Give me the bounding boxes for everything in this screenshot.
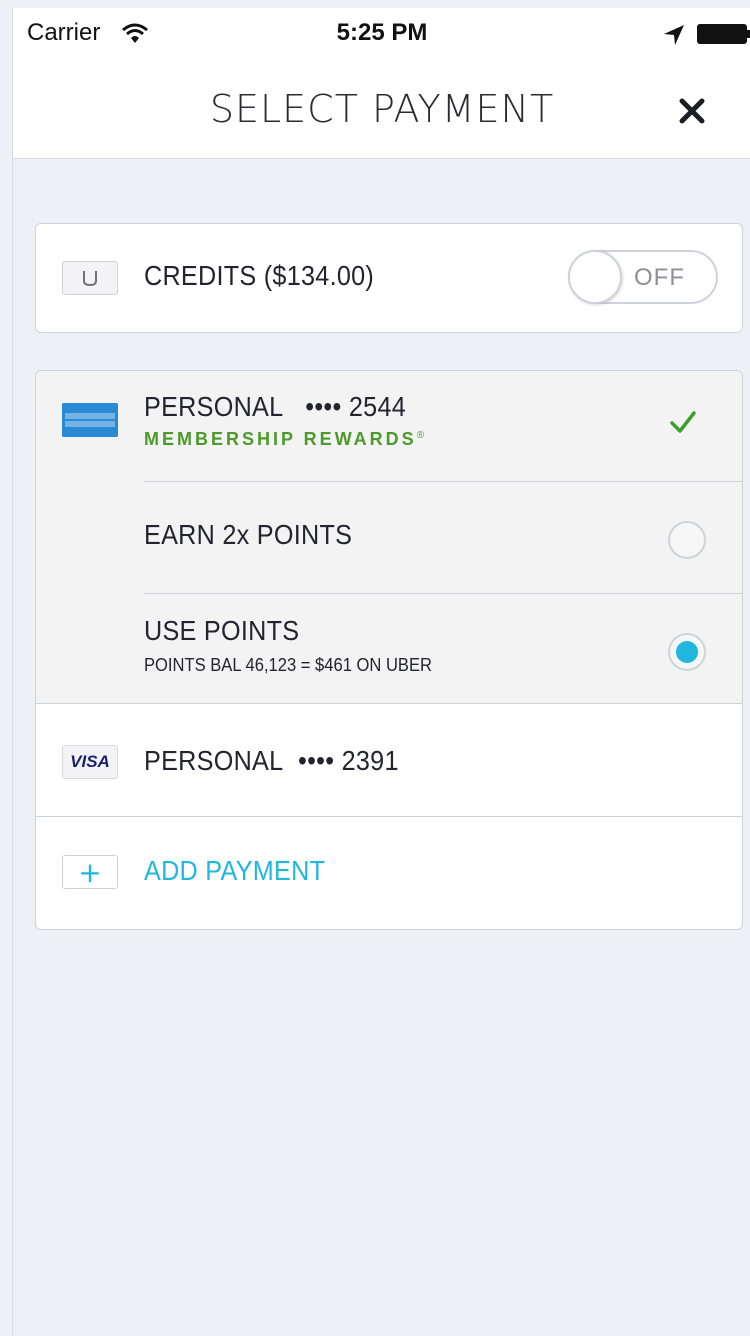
checkmark-icon	[670, 411, 696, 433]
visa-card-label[interactable]: PERSONAL •••• 2391	[144, 745, 399, 777]
earn-points-radio[interactable]	[668, 521, 706, 559]
amex-label: PERSONAL	[144, 391, 284, 422]
plus-icon[interactable]: +	[62, 855, 118, 889]
visa-masked-number: •••• 2391	[297, 745, 399, 776]
status-time: 5:25 PM	[336, 19, 428, 46]
divider	[144, 593, 742, 594]
page-title: SELECT PAYMENT	[209, 87, 555, 131]
close-icon[interactable]	[673, 92, 711, 130]
divider	[36, 816, 742, 817]
status-bar: Carrier 5:25 PM	[13, 8, 750, 54]
amex-section[interactable]: PERSONAL •••• 2544 MEMBERSHIP REWARDS® E…	[36, 371, 742, 704]
uber-credit-icon	[62, 261, 118, 295]
payment-methods-card: PERSONAL •••• 2544 MEMBERSHIP REWARDS® E…	[35, 370, 743, 930]
header: Carrier 5:25 PM SELECT PAYMENT	[13, 8, 750, 159]
points-balance-label: POINTS BAL 46,123 = $461 ON UBER	[144, 655, 432, 675]
add-payment-button[interactable]: ADD PAYMENT	[144, 855, 325, 887]
american-express-icon	[62, 403, 118, 437]
rewards-mark: ®	[416, 430, 425, 441]
credits-card: CREDITS ($134.00) OFF	[35, 223, 743, 333]
credits-toggle[interactable]: OFF	[568, 250, 718, 304]
membership-rewards-label: MEMBERSHIP REWARDS®	[144, 429, 424, 450]
amex-masked-number: •••• 2544	[305, 391, 407, 422]
top-strip	[0, 0, 750, 8]
visa-label: PERSONAL	[144, 745, 284, 776]
use-points-radio[interactable]	[668, 633, 706, 671]
visa-icon: VISA	[62, 745, 118, 779]
amex-card-label: PERSONAL •••• 2544	[144, 391, 406, 423]
battery-icon	[697, 24, 747, 44]
location-arrow-icon	[664, 25, 684, 45]
toggle-knob	[568, 250, 622, 304]
credits-label: CREDITS ($134.00)	[144, 260, 375, 291]
divider	[144, 481, 742, 482]
use-points-option[interactable]: USE POINTS	[144, 615, 299, 647]
phone-screen: Carrier 5:25 PM SELECT PAYMENT CREDITS (…	[12, 8, 750, 1336]
earn-points-option[interactable]: EARN 2x POINTS	[144, 519, 352, 551]
toggle-label: OFF	[634, 264, 685, 291]
rewards-program: MEMBERSHIP REWARDS	[144, 429, 417, 449]
